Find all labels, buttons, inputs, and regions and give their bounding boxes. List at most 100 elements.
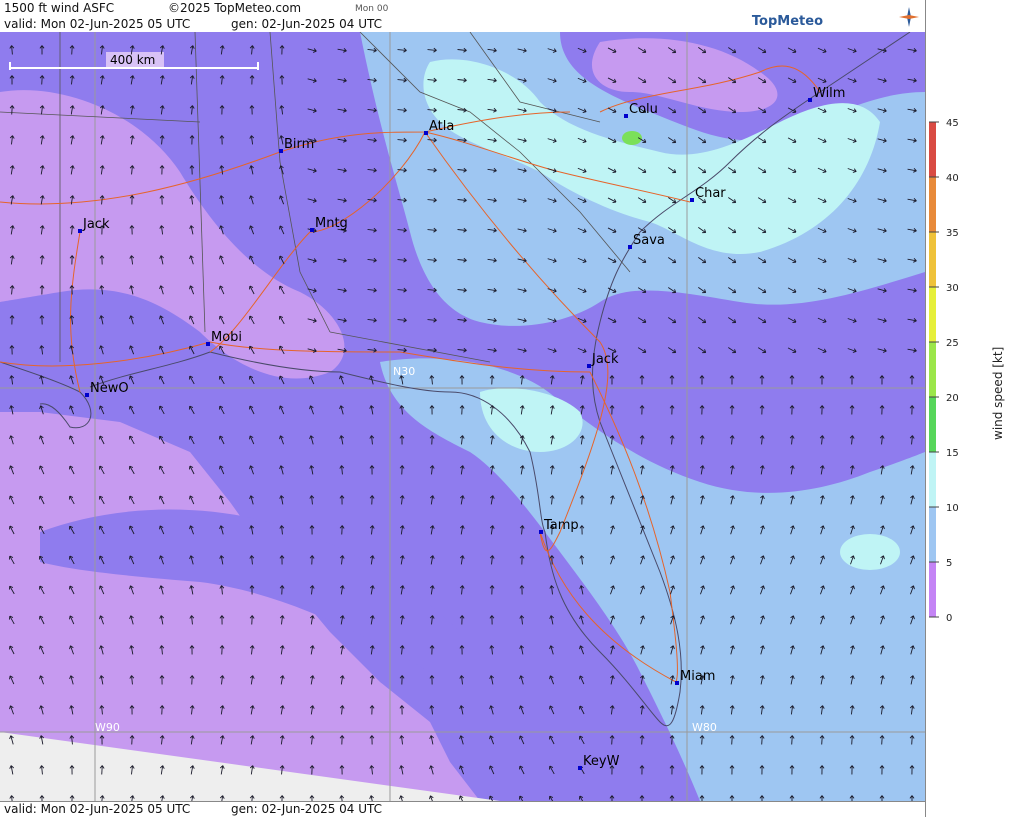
wind-arrow-head <box>159 346 160 349</box>
legend-colorbar: 454035302520151050 wind speed [kt] <box>926 0 1017 817</box>
wind-arrow-head <box>219 436 220 439</box>
legend-tick-label: 5 <box>946 558 952 569</box>
map-title: 1500 ft wind ASFC <box>4 1 114 15</box>
city-label: Mntg <box>315 216 348 231</box>
legend-tick-label: 15 <box>946 448 959 459</box>
valid-time: valid: Mon 02-Jun-2025 05 UTC <box>4 17 190 31</box>
generated-time: gen: 02-Jun-2025 04 UTC <box>231 17 382 31</box>
wind-arrow <box>672 736 673 745</box>
wind-arrow-head <box>39 466 40 469</box>
wind-arrow-head <box>99 406 100 409</box>
legend-color-segment <box>929 507 936 562</box>
wind-arrow-head <box>249 256 250 259</box>
wind-arrow-head <box>159 496 160 499</box>
city-label: Wilm <box>813 86 845 101</box>
wind-arrow <box>12 106 13 115</box>
legend-color-segment <box>929 562 936 617</box>
city-label: Birm <box>284 137 314 152</box>
legend-color-segment <box>929 232 936 287</box>
wind-arrow <box>792 736 793 745</box>
footer-generated-time: gen: 02-Jun-2025 04 UTC <box>231 802 382 816</box>
city-label: Atla <box>429 119 454 134</box>
city-label: Tamp <box>543 518 579 533</box>
wind-arrow-head <box>129 376 130 379</box>
city-label: Mobi <box>211 330 242 345</box>
wind-arrow <box>42 76 43 85</box>
wind-arrow-head <box>249 406 250 409</box>
header-bar: 1500 ft wind ASFC ©2025 TopMeteo.com Mon… <box>0 0 925 33</box>
city-marker <box>628 245 632 249</box>
city-marker <box>310 228 314 232</box>
wind-arrow-head <box>219 286 220 289</box>
legend-title: wind speed [kt] <box>991 347 1005 440</box>
grid-label-w80: W80 <box>692 721 717 734</box>
city-label: Char <box>695 186 726 201</box>
legend-tick-label: 35 <box>946 228 959 239</box>
wind-arrow <box>912 736 913 745</box>
wind-arrow <box>642 736 643 745</box>
wind-arrow-head <box>279 376 280 379</box>
city-marker <box>624 114 628 118</box>
city-marker <box>587 364 591 368</box>
city-label: Sava <box>633 233 665 248</box>
grid-label-w90: W90 <box>95 721 120 734</box>
city-marker <box>78 229 82 233</box>
wind-arrow-head <box>613 112 616 113</box>
wind-map-canvas: N30 W90 W80 400 km BirmA <box>0 32 925 801</box>
wind-arrow <box>852 736 853 745</box>
legend-tick-label: 10 <box>946 503 959 514</box>
legend-tick-label: 0 <box>946 613 952 624</box>
city-marker <box>808 98 812 102</box>
city-label: Colu <box>629 102 658 117</box>
wind-arrow-head <box>613 292 616 293</box>
wind-map[interactable]: N30 W90 W80 400 km BirmA <box>0 32 925 801</box>
city-marker <box>675 681 679 685</box>
wind-arrow-head <box>69 586 70 589</box>
wind-arrow-head <box>189 466 190 469</box>
wind-arrow-head <box>613 142 616 143</box>
wind-arrow <box>732 736 733 745</box>
wind-arrow-head <box>39 616 40 619</box>
legend-color-segment <box>929 177 936 232</box>
legend-tick-label: 20 <box>946 393 959 404</box>
city-marker <box>690 198 694 202</box>
wind-arrow-head <box>613 52 616 53</box>
legend-color-segment <box>929 122 936 177</box>
wind-arrow <box>822 736 823 745</box>
city-marker <box>539 530 543 534</box>
wind-arrow-head <box>99 556 100 559</box>
wind-arrow-head <box>613 322 616 323</box>
wind-arrow <box>702 736 703 745</box>
wind-arrow-head <box>129 526 130 529</box>
topmeteo-logo: TopMeteo <box>752 14 823 29</box>
wind-zone-15-20kt-atlantic <box>840 534 900 570</box>
city-marker <box>85 393 89 397</box>
wind-arrow-head <box>549 736 550 739</box>
wind-arrow-head <box>519 766 520 769</box>
city-marker <box>578 766 582 770</box>
wind-arrow-head <box>189 316 190 319</box>
wind-arrow-head <box>613 262 616 263</box>
wind-arrow-head <box>613 232 616 233</box>
city-marker <box>206 342 210 346</box>
wind-arrow-head <box>613 82 616 83</box>
city-label: KeyW <box>583 754 620 769</box>
city-marker <box>279 149 283 153</box>
wind-arrow-head <box>613 202 616 203</box>
wind-arrow <box>762 736 763 745</box>
wind-arrow <box>882 736 883 745</box>
wind-speed-legend: 454035302520151050 wind speed [kt] <box>925 0 1017 817</box>
grid-label-n30: N30 <box>393 365 415 378</box>
legend-tick-label: 40 <box>946 173 959 184</box>
wind-arrow <box>72 46 73 55</box>
city-label: Miam <box>680 669 715 684</box>
scale-label: 400 km <box>110 53 155 67</box>
legend-tick-label: 25 <box>946 338 959 349</box>
wind-arrow-head <box>69 436 70 439</box>
wind-arrow-head <box>579 706 580 709</box>
legend-color-segment <box>929 342 936 397</box>
city-marker <box>424 131 428 135</box>
wind-arrow-head <box>279 226 280 229</box>
wind-arrow-head <box>489 796 490 799</box>
legend-color-segment <box>929 287 936 342</box>
